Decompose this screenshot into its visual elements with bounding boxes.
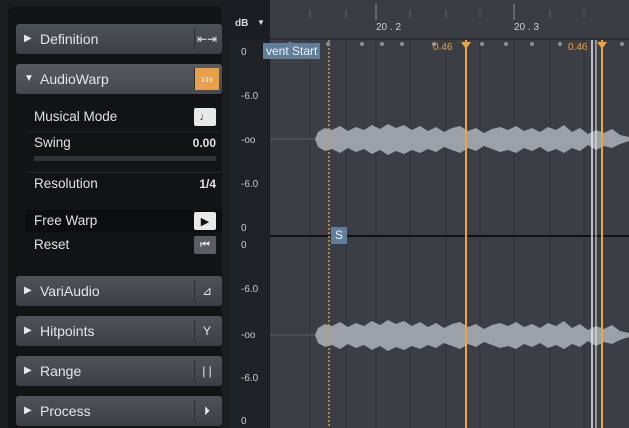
play-circle-icon[interactable]: ⏵ xyxy=(194,400,219,422)
section-range[interactable]: ▶ Range | | xyxy=(16,356,222,386)
db-scale-label: -6.0 xyxy=(241,284,259,295)
inspector-panel: ▶ Definition ⇤⇥ ▼ AudioWarp ››› Musical … xyxy=(8,6,222,428)
ruler-mark-label: 20 . 2 xyxy=(376,22,402,33)
swing-value[interactable]: 0.00 xyxy=(193,136,216,150)
waveform-right-channel xyxy=(315,320,629,351)
expand-arrow-icon: ▶ xyxy=(24,285,32,296)
expand-arrow-icon: ▶ xyxy=(24,405,32,416)
sample-editor: ▶ Definition ⇤⇥ ▼ AudioWarp ››› Musical … xyxy=(0,0,629,428)
swing-slider[interactable] xyxy=(34,156,216,161)
waveform-display[interactable]: vent Start 0.46 0.46 S xyxy=(263,40,629,428)
free-warp-label: Free Warp xyxy=(34,213,98,228)
ruler-mark-label: 20 . 3 xyxy=(514,22,540,33)
waveform-left-channel xyxy=(315,124,629,155)
expand-arrow-icon: ▶ xyxy=(24,33,32,44)
db-scale-label: -6.0 xyxy=(241,373,259,384)
db-scale-label: -oo xyxy=(241,330,256,341)
event-start-label: vent Start xyxy=(263,43,321,59)
reset-label: Reset xyxy=(34,237,70,252)
db-scale-label: -6.0 xyxy=(241,91,259,102)
section-label: VariAudio xyxy=(40,283,100,299)
fit-width-icon[interactable]: ⇤⇥ xyxy=(194,28,219,50)
reset-icon[interactable]: ⏮ xyxy=(194,236,216,254)
expand-arrow-icon: ▶ xyxy=(24,325,32,336)
pitch-curve-icon[interactable]: ⊿ xyxy=(194,280,219,302)
free-warp-cursor-icon[interactable]: ▶ xyxy=(194,212,216,230)
musical-mode-row: Musical Mode ♩ xyxy=(26,106,222,128)
resolution-label: Resolution xyxy=(34,176,98,191)
resolution-dropdown[interactable]: 1/4 xyxy=(199,177,216,191)
db-header: dB ▼ xyxy=(229,12,269,40)
chevron-down-icon[interactable]: ▼ xyxy=(257,18,265,27)
db-scale-label: 0 xyxy=(241,47,247,58)
resolution-row: Resolution 1/4 xyxy=(26,172,222,195)
section-label: Hitpoints xyxy=(40,323,95,339)
free-warp-row: Free Warp ▶ xyxy=(26,210,222,232)
db-scale-label: 0 xyxy=(241,223,247,234)
snap-point-marker[interactable]: S xyxy=(331,227,347,244)
expand-arrow-icon: ▶ xyxy=(24,365,32,376)
section-label: Process xyxy=(40,403,91,419)
swing-row: Swing 0.00 xyxy=(26,131,222,154)
db-label[interactable]: dB xyxy=(235,18,248,29)
warp-tab-marker[interactable] xyxy=(461,42,471,49)
section-variaudio[interactable]: ▶ VariAudio ⊿ xyxy=(16,276,222,306)
filter-icon[interactable]: Y xyxy=(194,320,219,342)
db-scale-label: -6.0 xyxy=(241,179,259,190)
warp-value-label: 0.46 xyxy=(568,42,588,53)
reset-row: Reset ⏮ xyxy=(26,234,222,256)
musical-mode-toggle[interactable]: ♩ xyxy=(194,108,216,126)
collapse-arrow-icon: ▼ xyxy=(24,73,34,84)
warp-value-label: 0.46 xyxy=(433,42,453,53)
db-scale-label: 0 xyxy=(241,240,247,251)
section-hitpoints[interactable]: ▶ Hitpoints Y xyxy=(16,316,222,346)
swing-label: Swing xyxy=(34,135,71,150)
waveform-canvas xyxy=(270,40,629,428)
db-scale-label: -oo xyxy=(241,135,256,146)
section-audiowarp[interactable]: ▼ AudioWarp ››› xyxy=(16,64,222,94)
section-label: Definition xyxy=(40,31,99,47)
section-label: AudioWarp xyxy=(40,71,109,87)
db-scale-label: 0 xyxy=(241,416,247,427)
range-bars-icon[interactable]: | | xyxy=(194,360,219,382)
warp-tab-marker[interactable] xyxy=(597,42,607,49)
musical-mode-label: Musical Mode xyxy=(34,109,118,124)
ruler-ticks xyxy=(270,4,629,40)
section-label: Range xyxy=(40,363,82,379)
timeline-ruler[interactable]: 20 . 2 20 . 3 xyxy=(270,0,629,40)
warp-orange-icon[interactable]: ››› xyxy=(194,68,219,90)
db-scale: 0 -6.0 -oo -6.0 0 0 -6.0 -oo -6.0 0 xyxy=(229,40,269,428)
section-process[interactable]: ▶ Process ⏵ xyxy=(16,396,222,426)
section-definition[interactable]: ▶ Definition ⇤⇥ xyxy=(16,24,222,54)
